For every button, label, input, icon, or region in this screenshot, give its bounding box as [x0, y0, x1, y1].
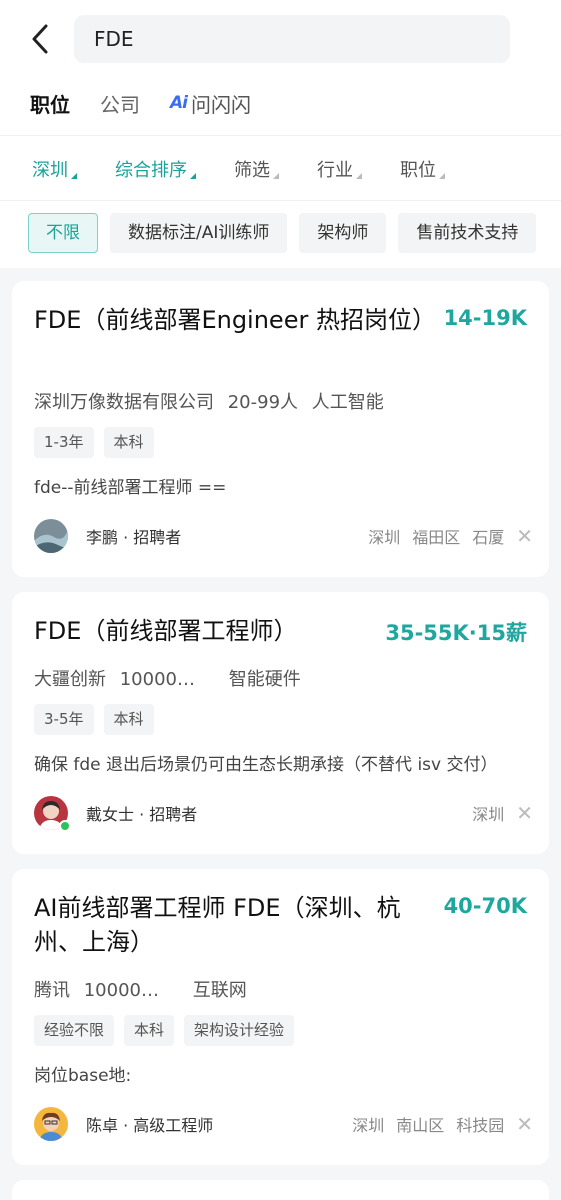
close-icon[interactable]: ✕: [516, 1112, 533, 1136]
filter-filter[interactable]: 筛选: [234, 156, 279, 182]
recruiter: 李鹏 · 招聘者: [34, 519, 181, 553]
recruiter: 戴女士 · 招聘者: [34, 796, 198, 832]
company-industry: 智能硬件: [228, 669, 301, 690]
chip-architect[interactable]: 架构师: [299, 213, 387, 253]
company-info: 大疆创新 10000… 智能硬件: [34, 665, 309, 691]
company-info: 深圳万像数据有限公司 20-99人 人工智能: [34, 388, 392, 414]
recruiter-name: 陈卓 · 高级工程师: [86, 1116, 214, 1135]
close-icon[interactable]: ✕: [516, 801, 533, 825]
company-industry: 人工智能: [311, 392, 384, 413]
dropdown-triangle-icon: [273, 173, 279, 179]
close-icon[interactable]: ✕: [516, 524, 533, 548]
filter-city[interactable]: 深圳: [32, 156, 77, 182]
avatar: [34, 1107, 68, 1141]
recruiter-name: 李鹏 · 招聘者: [86, 528, 182, 547]
filter-sort[interactable]: 综合排序: [115, 156, 196, 182]
company-name: 深圳万像数据有限公司: [34, 392, 214, 413]
result-tabs: 职位 公司 Ai 问闪闪: [30, 88, 281, 118]
job-salary: 14-19K: [443, 306, 527, 330]
job-description: fde--前线部署工程师 ==: [34, 478, 227, 498]
company-industry: 互联网: [192, 980, 247, 1001]
dropdown-triangle-icon: [439, 173, 445, 179]
job-tags: 经验不限 本科 架构设计经验: [34, 1015, 304, 1046]
job-tags: 3-5年 本科: [34, 704, 164, 735]
dropdown-triangle-icon: [356, 173, 362, 179]
ai-logo-icon: Ai: [170, 93, 188, 113]
tag: 3-5年: [34, 704, 94, 735]
job-salary: 40-70K: [443, 894, 527, 918]
company-name: 大疆创新: [34, 669, 106, 690]
location-city: 深圳: [368, 528, 401, 547]
job-tags: 1-3年 本科: [34, 427, 164, 458]
company-size: 10000…: [83, 980, 159, 1001]
online-status-icon: [59, 820, 71, 832]
location-district: 南山区: [396, 1116, 445, 1135]
location-city: 深圳: [352, 1116, 385, 1135]
divider: [0, 200, 561, 201]
recruiter-name: 戴女士 · 招聘者: [86, 805, 198, 824]
company-info: 腾讯 10000… 互联网: [34, 976, 255, 1002]
location-area: 科技园: [456, 1116, 505, 1135]
company-size: 10000…: [119, 669, 195, 690]
tag: 经验不限: [34, 1015, 115, 1046]
job-title: FDE（前线部署工程师）: [34, 617, 298, 645]
recruiter: 陈卓 · 高级工程师: [34, 1107, 213, 1141]
location-area: 石厦: [472, 528, 505, 547]
location-city: 深圳: [472, 805, 505, 824]
back-arrow-icon[interactable]: [28, 22, 54, 56]
filter-industry[interactable]: 行业: [317, 156, 362, 182]
avatar: [34, 519, 68, 553]
avatar: [34, 796, 71, 832]
company-name: 腾讯: [34, 980, 70, 1001]
filter-position[interactable]: 职位: [400, 156, 445, 182]
chip-unlimited[interactable]: 不限: [28, 213, 98, 253]
dropdown-triangle-icon: [190, 173, 196, 179]
divider: [0, 135, 561, 136]
tab-ask-ai[interactable]: Ai 问闪闪: [170, 89, 251, 118]
job-card[interactable]: AI前线部署工程师 FDE（深圳、杭州、上海） 40-70K 腾讯 10000……: [12, 869, 549, 1165]
job-title: FDE（前线部署Engineer 热招岗位）: [34, 306, 436, 334]
dropdown-triangle-icon: [71, 173, 77, 179]
tag: 本科: [103, 427, 154, 458]
job-card[interactable]: [12, 1180, 549, 1200]
job-card[interactable]: FDE（前线部署Engineer 热招岗位） 14-19K 深圳万像数据有限公司…: [12, 281, 549, 577]
header: FDE 职位 公司 Ai 问闪闪 深圳 综合排序 筛选 行业 职位 不限 数据标…: [0, 0, 561, 268]
tab-jobs[interactable]: 职位: [30, 89, 70, 118]
tag: 1-3年: [34, 427, 94, 458]
chip-presales[interactable]: 售前技术支持: [398, 213, 537, 253]
chip-data-labeling[interactable]: 数据标注/AI训练师: [110, 213, 288, 253]
filter-city-label: 深圳: [32, 160, 68, 181]
filter-sort-label: 综合排序: [115, 160, 187, 181]
tag: 架构设计经验: [184, 1015, 295, 1046]
job-card[interactable]: FDE（前线部署工程师） 35-55K·15薪 大疆创新 10000… 智能硬件…: [12, 592, 549, 854]
job-description: 岗位base地:: [34, 1066, 132, 1086]
search-input[interactable]: FDE: [74, 15, 510, 63]
job-location: 深圳 南山区 科技园 ✕: [340, 1107, 533, 1141]
tab-ask-ai-label: 问闪闪: [190, 92, 251, 117]
job-title: AI前线部署工程师 FDE（深圳、杭州、上海）: [34, 894, 401, 956]
tag: 本科: [103, 704, 154, 735]
filter-bar: 深圳 综合排序 筛选 行业 职位: [32, 155, 483, 183]
filter-filter-label: 筛选: [234, 160, 270, 181]
filter-industry-label: 行业: [317, 160, 353, 181]
job-salary: 35-55K·15薪: [385, 621, 527, 645]
filter-position-label: 职位: [400, 160, 436, 181]
company-size: 20-99人: [227, 392, 299, 413]
tag: 本科: [124, 1015, 175, 1046]
tab-companies[interactable]: 公司: [100, 89, 140, 118]
job-location: 深圳 福田区 石厦 ✕: [356, 519, 533, 553]
job-location: 深圳 ✕: [460, 796, 533, 830]
category-chips: 不限 数据标注/AI训练师 架构师 售前技术支持: [28, 213, 548, 253]
job-description: 确保 fde 退出后场景仍可由生态长期承接（不替代 isv 交付）: [34, 755, 498, 775]
location-district: 福田区: [412, 528, 461, 547]
